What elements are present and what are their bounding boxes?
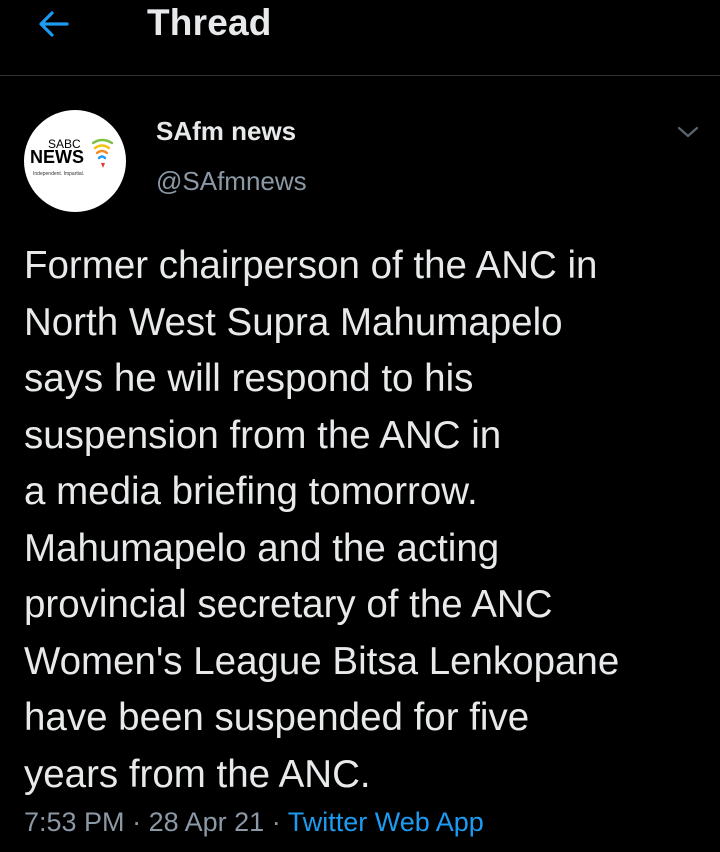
tweet-text: Former chairperson of the ANC in North W… (24, 244, 620, 796)
author-handle[interactable]: @SAfmnews (156, 166, 307, 197)
page-title: Thread (147, 2, 272, 43)
author-name[interactable]: SAfm news (156, 116, 296, 147)
sabc-news-logo: SABC NEWS Independent. Impartial. (30, 137, 114, 177)
svg-text:Independent. Impartial.: Independent. Impartial. (33, 171, 84, 177)
avatar[interactable]: SABC NEWS Independent. Impartial. (24, 110, 126, 212)
arrow-left-icon (39, 11, 69, 37)
meta-separator: · (132, 807, 142, 837)
meta-separator: · (271, 807, 281, 837)
tweet-date: 28 Apr 21 (148, 807, 265, 837)
tweet-meta: 7:53 PM · 28 Apr 21 · Twitter Web App (24, 807, 484, 838)
tweet-time: 7:53 PM (24, 807, 125, 837)
more-options-button[interactable] (668, 116, 708, 148)
chevron-down-icon (677, 126, 699, 138)
svg-text:NEWS: NEWS (30, 147, 84, 167)
tweet-source-link[interactable]: Twitter Web App (288, 807, 484, 837)
back-button[interactable] (30, 0, 78, 48)
thread-header: Thread (0, 0, 720, 76)
